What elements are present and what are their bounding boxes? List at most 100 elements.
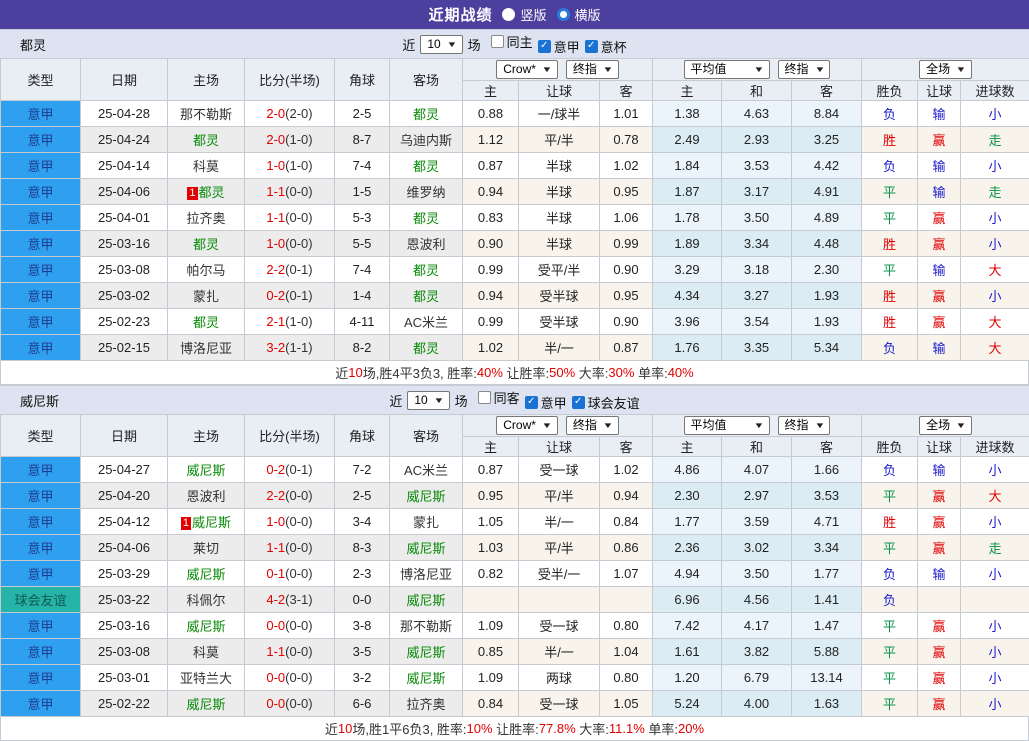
result-goals: 小 <box>961 561 1029 587</box>
home-team-cell: 威尼斯 <box>168 457 245 483</box>
bookmaker-select[interactable]: Crow*▼ <box>496 60 558 79</box>
avg-draw-odds: 6.79 <box>722 665 792 691</box>
full-time-score: 0-0 <box>266 696 285 711</box>
checkbox-icon[interactable] <box>538 40 551 53</box>
avg-away-odds: 13.14 <box>792 665 862 691</box>
avg-time-select[interactable]: 终指▼ <box>778 60 831 79</box>
summary-segment: 场,胜1平6负3, 胜率: <box>352 719 466 738</box>
home-team-name: 帕尔马 <box>186 263 225 278</box>
away-odds: 0.95 <box>600 179 653 205</box>
summary-segment: 10% <box>467 721 493 736</box>
full-time-score: 0-1 <box>266 566 285 581</box>
home-team-cell: 博洛尼亚 <box>168 335 245 361</box>
filter-checkbox[interactable]: 同客 <box>478 388 520 407</box>
avg-time-select[interactable]: 终指▼ <box>778 416 831 435</box>
table-row: 意甲 25-04-14 科莫 1-0(1-0) 7-4 都灵 0.87 半球 1… <box>1 153 1029 179</box>
away-odds: 0.90 <box>600 257 653 283</box>
filter-checkbox[interactable]: 意甲 <box>538 37 580 56</box>
match-count-select[interactable]: 10▼ <box>420 35 462 54</box>
home-odds <box>463 587 519 613</box>
checkbox-icon[interactable] <box>525 396 538 409</box>
home-odds: 0.99 <box>463 309 519 335</box>
away-team-cell: 都灵 <box>390 335 463 361</box>
chevron-down-icon: ▼ <box>541 61 552 78</box>
full-time-score: 0-0 <box>266 618 285 633</box>
away-team-cell: 都灵 <box>390 153 463 179</box>
half-time-score: (0-1) <box>285 262 312 277</box>
page-title: 近期战绩 <box>428 4 492 25</box>
bookmaker-dropdown-cell: Crow*▼ 终指▼ <box>463 59 653 81</box>
home-team-name: 都灵 <box>193 133 219 148</box>
average-select[interactable]: 平均值▼ <box>684 416 770 435</box>
away-team-name: 都灵 <box>413 341 439 356</box>
away-odds: 0.95 <box>600 283 653 309</box>
handicap: 受半球 <box>519 309 600 335</box>
away-team-cell: 拉齐奥 <box>390 691 463 717</box>
checkbox-icon[interactable] <box>478 391 491 404</box>
score-cell: 0-0(0-0) <box>245 691 335 717</box>
radio-selected-icon[interactable] <box>557 8 570 21</box>
filter-near-label: 近 <box>402 35 415 54</box>
avg-draw-odds: 2.97 <box>722 483 792 509</box>
checkbox-icon[interactable] <box>585 40 598 53</box>
rank-badge: 1 <box>181 517 191 530</box>
filter-checkbox[interactable]: 球会友谊 <box>572 393 640 412</box>
home-team-name: 博洛尼亚 <box>180 341 232 356</box>
avg-draw-odds: 2.93 <box>722 127 792 153</box>
match-date: 25-02-22 <box>81 691 168 717</box>
filter-games-label: 场 <box>468 35 481 54</box>
match-count-select[interactable]: 10▼ <box>407 391 449 410</box>
filter-checkbox[interactable]: 意杯 <box>585 37 627 56</box>
corner-count: 3-5 <box>335 639 390 665</box>
layout-radio-horizontal[interactable]: 横版 <box>557 5 601 24</box>
bookmaker-select[interactable]: Crow*▼ <box>496 416 558 435</box>
corner-count: 3-8 <box>335 613 390 639</box>
col-home: 主场 <box>168 415 245 457</box>
home-team-name: 威尼斯 <box>186 567 225 582</box>
col-avg-home: 主 <box>653 81 722 101</box>
avg-away-odds: 4.71 <box>792 509 862 535</box>
col-avg-away: 客 <box>792 81 862 101</box>
avg-draw-odds: 3.50 <box>722 561 792 587</box>
result-win-draw-lose: 负 <box>862 153 918 179</box>
odds-time-select[interactable]: 终指▼ <box>566 60 619 79</box>
layout-radio-vertical[interactable]: 竖版 <box>502 5 546 24</box>
home-odds: 0.88 <box>463 101 519 127</box>
home-team-name: 都灵 <box>193 237 219 252</box>
half-time-score: (0-0) <box>285 618 312 633</box>
away-team-cell: 蒙扎 <box>390 509 463 535</box>
avg-home-odds: 4.34 <box>653 283 722 309</box>
average-select[interactable]: 平均值▼ <box>684 60 770 79</box>
full-time-score: 2-2 <box>266 262 285 277</box>
score-cell: 0-2(0-1) <box>245 457 335 483</box>
match-date: 25-03-02 <box>81 283 168 309</box>
chevron-down-icon: ▼ <box>955 417 966 434</box>
odds-time-select[interactable]: 终指▼ <box>566 416 619 435</box>
away-team-name: 蒙扎 <box>413 515 439 530</box>
avg-away-odds: 4.48 <box>792 231 862 257</box>
home-team-name: 都灵 <box>193 315 219 330</box>
handicap: 半球 <box>519 153 600 179</box>
match-type-cell: 意甲 <box>1 153 81 179</box>
fulltime-select[interactable]: 全场▼ <box>919 60 972 79</box>
fulltime-select[interactable]: 全场▼ <box>919 416 972 435</box>
home-team-cell: 恩波利 <box>168 483 245 509</box>
checkbox-icon[interactable] <box>491 35 504 48</box>
score-cell: 0-2(0-1) <box>245 283 335 309</box>
filter-checkbox[interactable]: 同主 <box>491 32 533 51</box>
avg-draw-odds: 3.27 <box>722 283 792 309</box>
table-row: 意甲 25-03-16 威尼斯 0-0(0-0) 3-8 那不勒斯 1.09 受… <box>1 613 1029 639</box>
score-cell: 0-1(0-0) <box>245 561 335 587</box>
match-date: 25-03-01 <box>81 665 168 691</box>
result-goals: 小 <box>961 457 1029 483</box>
corner-count: 4-11 <box>335 309 390 335</box>
match-date: 25-04-01 <box>81 205 168 231</box>
checkbox-icon[interactable] <box>572 396 585 409</box>
filter-checkbox[interactable]: 意甲 <box>525 393 567 412</box>
result-win-draw-lose: 负 <box>862 587 918 613</box>
result-win-draw-lose: 胜 <box>862 309 918 335</box>
avg-draw-odds: 4.17 <box>722 613 792 639</box>
half-time-score: (0-0) <box>285 540 312 555</box>
radio-icon[interactable] <box>502 8 515 21</box>
half-time-score: (0-0) <box>285 514 312 529</box>
